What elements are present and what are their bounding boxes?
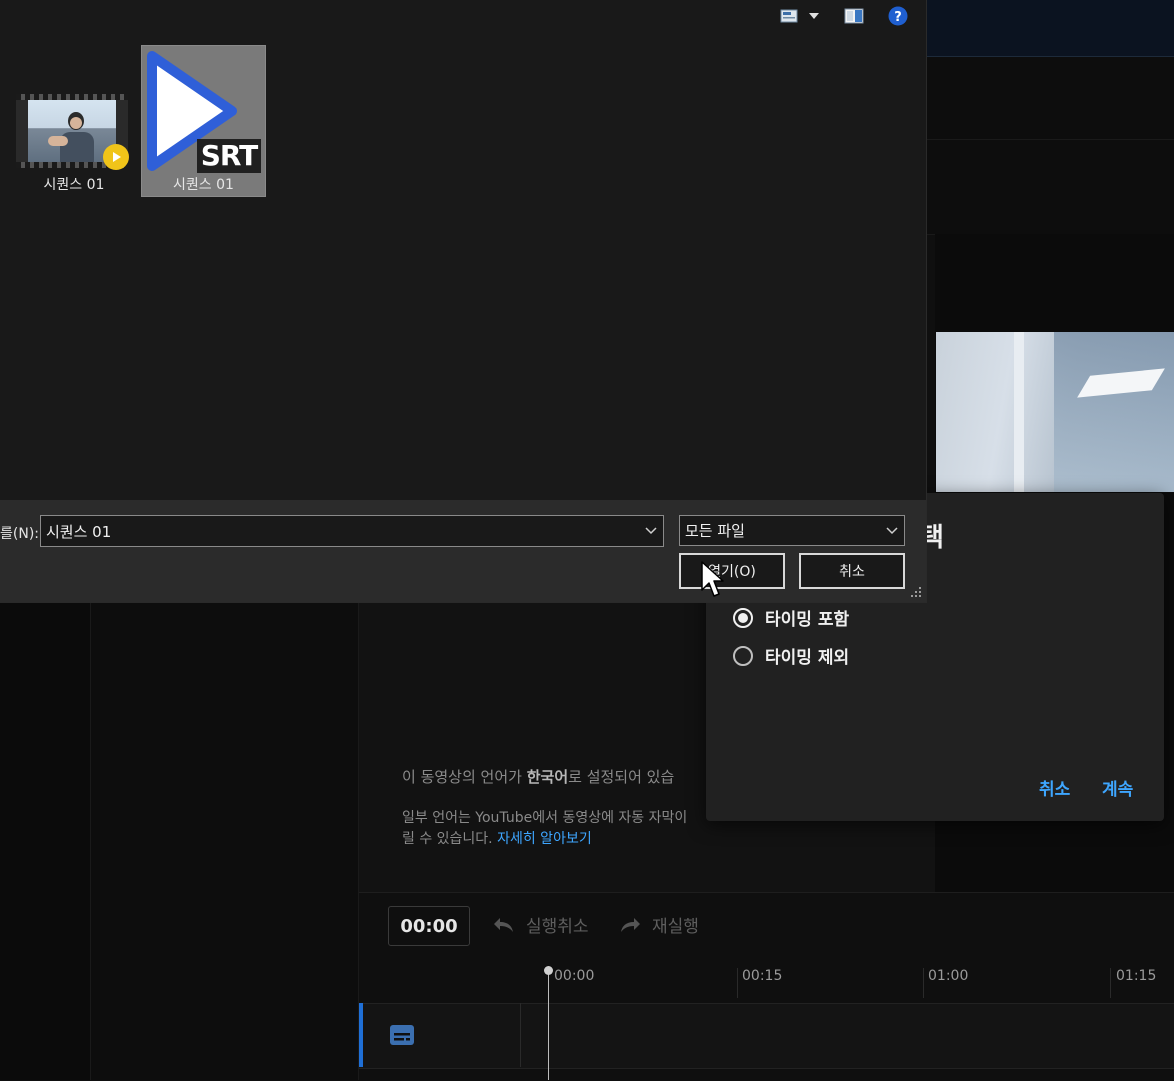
subtitle-track[interactable] [359,1003,1174,1069]
file-item-srt-selected[interactable]: SRT 시퀀스 01 [141,45,266,197]
chevron-down-icon[interactable] [806,8,822,24]
radio-unchecked-icon[interactable] [733,645,753,666]
tick-label-2: 01:00 [928,968,969,984]
studio-nav-column [0,602,91,1080]
dialog-cancel-button[interactable]: 취소 [1039,775,1070,800]
file-name: 시퀀스 01 [173,177,234,193]
redo-icon [621,917,640,932]
option-without-timing-label: 타이밍 제외 [765,648,850,668]
resize-grip-icon[interactable] [910,586,922,598]
tick-line [1110,968,1111,998]
subtitles-icon [389,1024,415,1050]
radio-checked-icon[interactable] [733,607,753,628]
file-name: 시퀀스 01 [43,177,105,193]
tick-line [737,968,738,998]
auto-caption-note-line1: 일부 언어는 YouTube에서 동영상에 자동 자막이 [402,810,688,826]
learn-more-link[interactable]: 자세히 알아보기 [497,831,592,847]
chevron-down-icon[interactable] [886,526,898,535]
language-note: 이 동영상의 언어가 한국어로 설정되어 있습 [402,768,675,786]
track-separator [520,1003,521,1067]
filename-input[interactable]: 시퀀스 01 [40,515,664,547]
cancel-button[interactable]: 취소 [799,553,905,589]
dialog-continue-button[interactable]: 계속 [1102,775,1133,800]
studio-subheader-row [926,140,1174,235]
play-badge-icon [103,144,129,170]
srt-badge: SRT [197,139,261,173]
timecode-display: 00:00 [388,906,470,946]
redo-label: 재실행 [652,917,699,937]
chevron-down-icon[interactable] [645,527,657,535]
view-mode-icon[interactable] [779,6,799,26]
file-open-dialog: ? 시퀀스 01 SRT 시퀀스 01 를(N): 시퀀스 01 모든 파일 열… [0,0,927,603]
tick-label-1: 00:15 [742,968,783,984]
file-type-select[interactable]: 모든 파일 [679,515,905,546]
mouse-cursor-icon [701,561,724,597]
file-dialog-toolbar: ? [0,0,926,32]
preview-pane-icon[interactable] [843,6,865,26]
option-with-timing[interactable]: 타이밍 포함 [733,605,849,630]
studio-side-column [91,602,359,1080]
file-item-video[interactable]: 시퀀스 01 [0,44,140,196]
file-list-area[interactable]: 시퀀스 01 SRT 시퀀스 01 [0,32,926,500]
option-with-timing-label: 타이밍 포함 [765,610,850,630]
help-icon[interactable]: ? [887,5,909,27]
file-type-value: 모든 파일 [685,522,745,540]
studio-top-bar [926,0,1174,57]
undo-icon [494,917,513,932]
option-without-timing[interactable]: 타이밍 제외 [733,643,849,668]
playhead-handle[interactable] [544,966,553,975]
track-accent-bar [359,1003,363,1067]
filename-label: 를(N): [0,526,39,542]
undo-label: 실행취소 [526,917,589,937]
undo-button[interactable]: 실행취소 [492,912,589,937]
open-button[interactable]: 열기(O) [679,553,785,589]
svg-text:?: ? [894,10,902,25]
tick-label-0: 00:00 [554,968,595,984]
tick-label-3: 01:15 [1116,968,1157,984]
playhead[interactable] [548,968,549,1080]
auto-caption-note-line2: 릴 수 있습니다. 자세히 알아보기 [402,831,592,847]
file-dialog-footer: 를(N): 시퀀스 01 모든 파일 열기(O) 취소 [0,500,926,602]
studio-header-row [926,57,1174,140]
tick-line [923,968,924,998]
redo-button[interactable]: 재실행 [618,912,699,937]
video-preview[interactable] [936,332,1174,492]
filename-value: 시퀀스 01 [46,522,112,541]
